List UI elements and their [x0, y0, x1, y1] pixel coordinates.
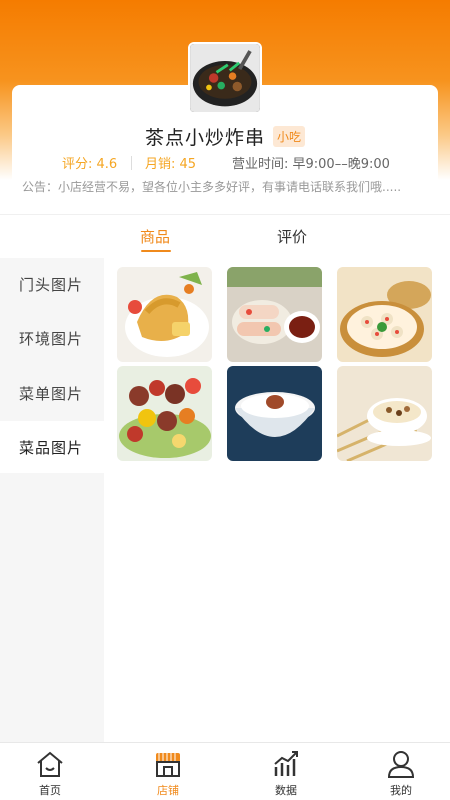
kebab-image: [117, 366, 212, 461]
spring-roll-image: [227, 267, 322, 362]
nav-data-label: 数据: [275, 784, 297, 797]
shop-notice: 公告：小店经营不易，望各位小主多多好评，有事请电话联系我们哦.....: [22, 180, 402, 194]
shop-logo[interactable]: [188, 42, 262, 114]
rice-bowl-image: [227, 366, 322, 461]
shop-icon: [156, 753, 180, 777]
chart-icon: [274, 751, 298, 776]
tabs-bar: 商品 评价: [0, 214, 450, 258]
gallery-thumb[interactable]: [337, 267, 432, 362]
gallery-thumb[interactable]: [227, 366, 322, 461]
stats-divider: [131, 156, 132, 170]
nav-home[interactable]: 首页: [0, 743, 106, 800]
nav-data[interactable]: 数据: [230, 743, 342, 800]
bottom-tab-bar: 首页 店铺 数据 我的: [0, 742, 450, 800]
monthly-sales-text: 月销: 45: [145, 157, 197, 172]
sidebar-item-environment[interactable]: 环境图片: [0, 312, 104, 364]
gallery-thumb[interactable]: [117, 267, 212, 362]
tempura-image: [117, 267, 212, 362]
business-hours-text: 营业时间: 早9:00––晚9:00: [232, 157, 390, 172]
sidebar-item-label: 门头图片: [19, 275, 84, 294]
nav-home-label: 首页: [39, 784, 61, 797]
gallery-thumb[interactable]: [117, 366, 212, 461]
nav-mine[interactable]: 我的: [345, 743, 450, 800]
sidebar-item-dishes[interactable]: 菜品图片: [0, 421, 104, 473]
sidebar-item-label: 环境图片: [19, 329, 84, 348]
shop-name: 茶点小炒炸串: [144, 127, 265, 149]
image-gallery: [104, 258, 450, 742]
gallery-thumb[interactable]: [227, 267, 322, 362]
nav-mine-label: 我的: [390, 784, 412, 797]
active-tab-indicator: [141, 250, 171, 252]
rating-text: 评分: 4.6: [62, 157, 118, 172]
wok-dish-image: [190, 44, 260, 112]
sidebar-item-menu[interactable]: 菜单图片: [0, 367, 104, 419]
sidebar-item-storefront[interactable]: 门头图片: [0, 258, 104, 310]
sidebar-item-label: 菜单图片: [19, 384, 84, 403]
sidebar-item-label: 菜品图片: [19, 438, 84, 457]
nav-shop[interactable]: 店铺: [112, 743, 224, 800]
cereal-bowl-image: [337, 366, 432, 461]
tab-reviews[interactable]: 评价: [277, 226, 307, 247]
category-sidebar: 门头图片 环境图片 菜单图片 菜品图片: [0, 258, 104, 742]
home-icon: [37, 751, 63, 777]
shop-title-row: 茶点小炒炸串 小吃: [0, 123, 450, 150]
tab-goods[interactable]: 商品: [140, 226, 170, 247]
shop-stats: 评分: 4.6 月销: 45 营业时间: 早9:00––晚9:00: [0, 153, 450, 173]
nav-shop-label: 店铺: [157, 784, 179, 797]
user-icon: [387, 751, 415, 778]
dim-sum-image: [337, 267, 432, 362]
shop-category-tag: 小吃: [273, 126, 306, 147]
gallery-thumb[interactable]: [337, 366, 432, 461]
